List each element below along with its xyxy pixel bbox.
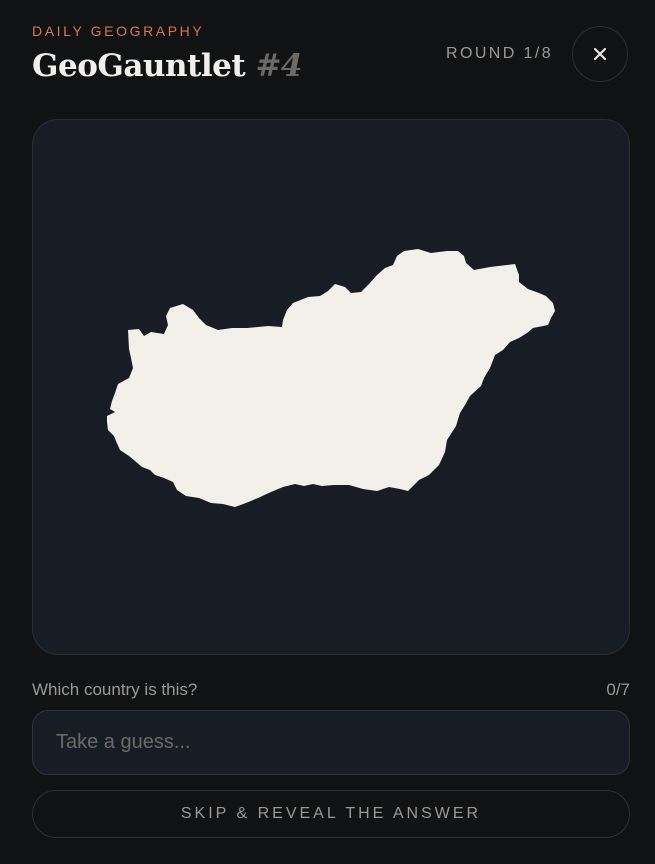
guess-counter: 0/7 xyxy=(606,680,630,699)
game-name: GeoGauntlet xyxy=(32,48,246,84)
country-silhouette xyxy=(107,249,555,507)
puzzle-number: #4 xyxy=(255,48,302,84)
close-button[interactable] xyxy=(572,26,628,82)
skip-reveal-button[interactable]: SKIP & REVEAL THE ANSWER xyxy=(32,790,630,838)
question-prompt: Which country is this? xyxy=(32,680,198,699)
country-shape xyxy=(107,249,555,507)
close-icon xyxy=(593,47,607,61)
question-row: Which country is this? 0/7 xyxy=(32,680,630,702)
guess-input[interactable] xyxy=(32,710,630,775)
round-indicator: ROUND 1/8 xyxy=(446,45,553,62)
map-card xyxy=(32,119,630,655)
eyebrow-label: DAILY GEOGRAPHY xyxy=(32,23,205,39)
page-title: GeoGauntlet #4 xyxy=(32,48,302,84)
